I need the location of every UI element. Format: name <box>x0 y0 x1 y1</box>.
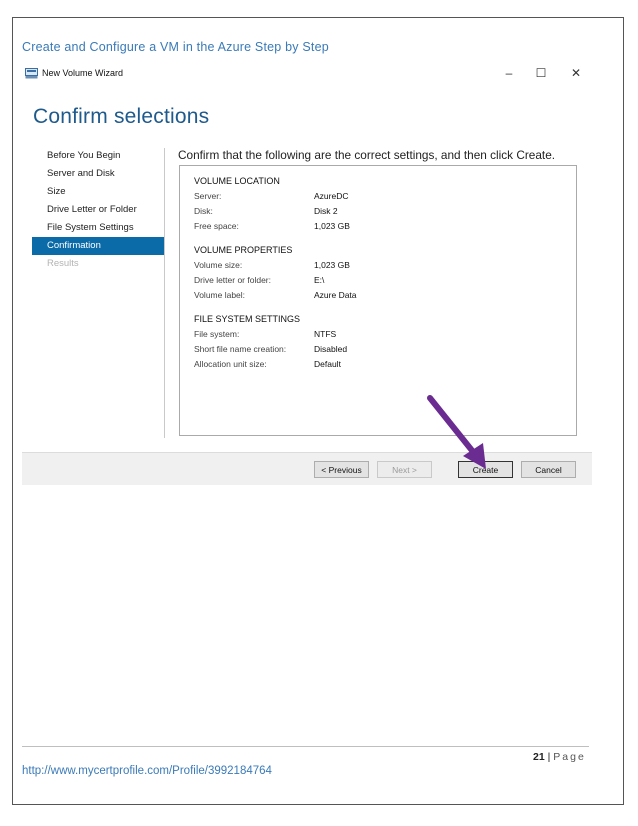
annotation-arrow-icon <box>427 395 486 469</box>
document-header: Create and Configure a VM in the Azure S… <box>22 40 329 54</box>
footer-url-link[interactable]: http://www.mycertprofile.com/Profile/399… <box>22 765 272 777</box>
footer-rule <box>22 746 589 747</box>
page-separator: | <box>547 751 551 763</box>
page-number-value: 21 <box>533 751 545 763</box>
page-word: Page <box>553 751 586 763</box>
new-volume-wizard-window: New Volume Wizard – ☐ ✕ Confirm selectio… <box>22 58 592 485</box>
page-number: 21 | Page <box>533 751 586 763</box>
